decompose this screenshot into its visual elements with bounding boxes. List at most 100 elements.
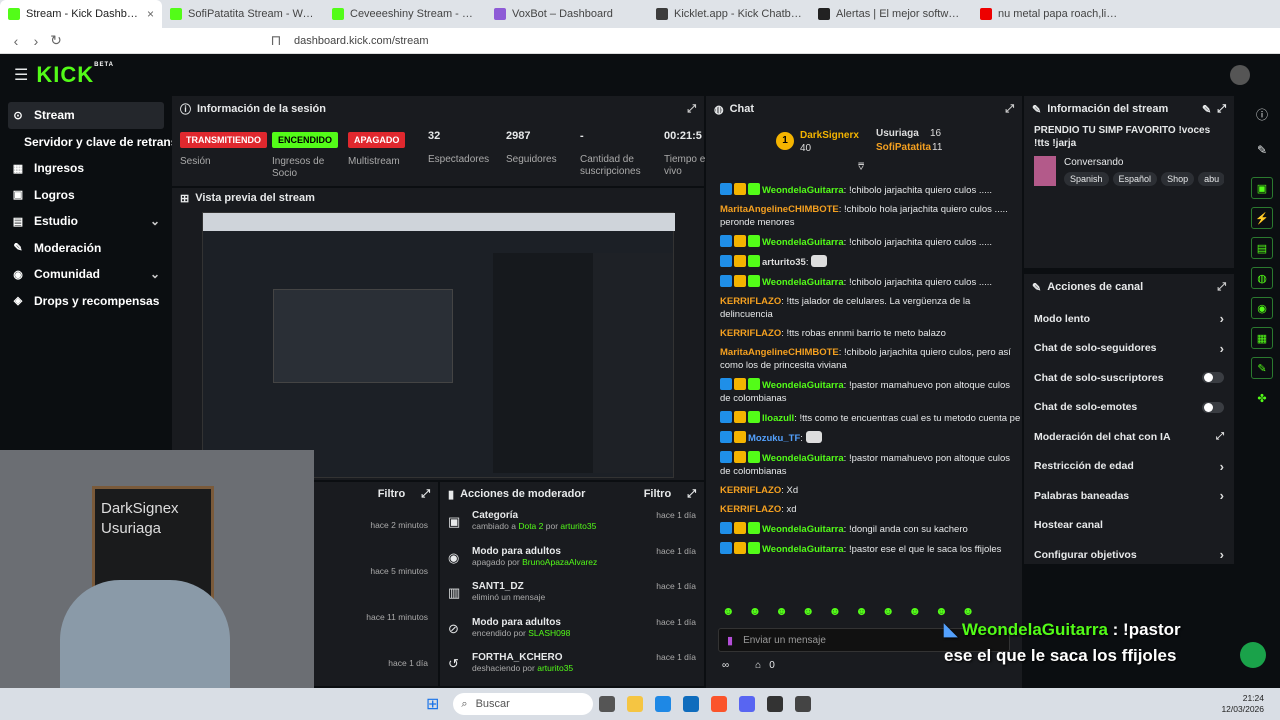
forward-icon[interactable]: ›: [26, 33, 46, 49]
edit-icon[interactable]: ✎: [1202, 103, 1211, 116]
expand-icon[interactable]: ⤢: [421, 488, 430, 501]
browser-tab[interactable]: VoxBot – Dashboard: [486, 0, 648, 28]
emote-icon[interactable]: ☻: [855, 604, 868, 618]
chat-username[interactable]: arturito35: [762, 257, 806, 268]
expand-icon[interactable]: ⤢: [1005, 103, 1014, 116]
chat-username[interactable]: KERRIFLAZO: [720, 328, 781, 339]
emote-icon[interactable]: ☻: [749, 604, 762, 618]
stream-preview-video[interactable]: [202, 212, 675, 478]
channel-action[interactable]: Chat de solo-emotes: [1024, 393, 1234, 423]
chat-username[interactable]: WeondelaGuitarra: [762, 544, 844, 555]
tag-pill[interactable]: abu: [1198, 171, 1224, 186]
hamburger-icon[interactable]: ☰: [14, 65, 28, 85]
channel-action[interactable]: Restricción de edad ›: [1024, 452, 1234, 482]
expand-icon[interactable]: ⤢: [1217, 103, 1226, 116]
emote-icon[interactable]: ☻: [802, 604, 815, 618]
rail-button[interactable]: ✎: [1251, 357, 1273, 379]
pin-icon[interactable]: ⩢: [858, 162, 864, 173]
sidebar-item[interactable]: ⊙ Stream: [8, 102, 164, 129]
browser-tab[interactable]: SofiPatatita Stream - Watch Live: [162, 0, 324, 28]
modaction-user[interactable]: arturito35: [560, 521, 596, 531]
outlook-icon[interactable]: [683, 696, 700, 712]
tag-pill[interactable]: Español: [1112, 171, 1158, 186]
tag-pill[interactable]: Shop: [1161, 171, 1195, 186]
browser-tab[interactable]: Alertas | El mejor software para pote: [810, 0, 972, 28]
obs-icon[interactable]: [767, 696, 784, 712]
close-tab-icon[interactable]: ×: [147, 7, 154, 21]
mic-icon[interactable]: ▮: [727, 634, 733, 647]
chat-username[interactable]: WeondelaGuitarra: [762, 524, 844, 535]
chat-username[interactable]: WeondelaGuitarra: [762, 277, 844, 288]
chat-username[interactable]: KERRIFLAZO: [720, 504, 781, 515]
sidebar-item[interactable]: ✎ Moderación: [0, 235, 172, 262]
brave-icon[interactable]: [711, 696, 728, 712]
modactions-filter-button[interactable]: Filtro: [644, 488, 672, 500]
toggle-switch[interactable]: [1202, 372, 1224, 384]
chat-username[interactable]: lloazull: [762, 413, 794, 424]
edge-icon[interactable]: [655, 696, 672, 712]
taskview-icon[interactable]: [599, 696, 616, 712]
kick-logo[interactable]: KICKBETA: [36, 62, 114, 88]
channel-action[interactable]: Moderación del chat con IA ⤢: [1024, 422, 1234, 452]
chat-username[interactable]: MaritaAngelineCHIMBOTE: [720, 204, 839, 215]
expand-icon[interactable]: ⤢: [1217, 281, 1226, 294]
taskbar-search[interactable]: ⌕ Buscar: [453, 693, 594, 715]
expand-icon[interactable]: ⤢: [687, 103, 696, 116]
avatar[interactable]: [1230, 65, 1250, 85]
chat-username[interactable]: MaritaAngelineCHIMBOTE: [720, 347, 839, 358]
browser-tab[interactable]: Kicklet.app - Kick Chatbot and Overl: [648, 0, 810, 28]
channel-action[interactable]: Hostear canal: [1024, 511, 1234, 541]
bookmark-icon[interactable]: ⊓: [266, 32, 286, 49]
emote-icon[interactable]: ☻: [882, 604, 895, 618]
activity-filter-button[interactable]: Filtro: [378, 488, 406, 500]
channel-action[interactable]: Chat de solo-suscriptores: [1024, 363, 1234, 393]
pen-icon[interactable]: ✎: [1244, 133, 1280, 177]
sidebar-item[interactable]: ▦ Ingresos: [0, 155, 172, 182]
chevron-down-icon[interactable]: ⌄: [150, 267, 160, 281]
start-icon[interactable]: ⊞: [426, 694, 439, 714]
rail-button[interactable]: ▦: [1251, 327, 1273, 349]
toggle-switch[interactable]: [1202, 401, 1224, 413]
infinity-icon[interactable]: ∞: [722, 660, 729, 671]
chat-input[interactable]: Enviar un mensaje: [743, 635, 826, 646]
chevron-down-icon[interactable]: ⌄: [150, 214, 160, 228]
app-icon[interactable]: [795, 696, 812, 712]
rail-button[interactable]: ▤: [1251, 237, 1273, 259]
chat-username[interactable]: Mozuku_TF: [748, 433, 800, 444]
explorer-icon[interactable]: [627, 696, 644, 712]
rail-button[interactable]: ◉: [1251, 297, 1273, 319]
expand-icon[interactable]: ⤢: [687, 488, 696, 501]
browser-tab[interactable]: nu metal papa roach,limp bizkit: [972, 0, 1134, 28]
chat-username[interactable]: KERRIFLAZO: [720, 485, 781, 496]
modaction-user[interactable]: SLASH098: [528, 628, 570, 638]
channel-action[interactable]: Modo lento ›: [1024, 304, 1234, 334]
discord-icon[interactable]: [739, 696, 756, 712]
tag-pill[interactable]: Spanish: [1064, 171, 1109, 186]
emote-icon[interactable]: ☻: [962, 604, 975, 618]
modaction-user[interactable]: BrunoApazaAlvarez: [522, 557, 597, 567]
emote-icon[interactable]: ☻: [829, 604, 842, 618]
browser-tab[interactable]: Ceveeeshiny Stream - Watch Live: [324, 0, 486, 28]
browser-tab[interactable]: Stream - Kick Dashboard ×: [0, 0, 162, 28]
rail-button[interactable]: ⚡: [1251, 207, 1273, 229]
emote-icon[interactable]: ☻: [908, 604, 921, 618]
channel-action[interactable]: Configurar objetivos ›: [1024, 540, 1234, 570]
chat-username[interactable]: WeondelaGuitarra: [762, 237, 844, 248]
sidebar-item[interactable]: ◈ Drops y recompensas: [0, 288, 172, 315]
modaction-user[interactable]: arturito35: [537, 663, 573, 673]
back-icon[interactable]: ‹: [6, 33, 26, 49]
sidebar-item[interactable]: Servidor y clave de retransmisión: [0, 129, 172, 156]
channel-action[interactable]: Palabras baneadas ›: [1024, 481, 1234, 511]
chat-username[interactable]: WeondelaGuitarra: [762, 185, 844, 196]
reload-icon[interactable]: ↻: [46, 32, 66, 49]
rail-button[interactable]: ◍: [1251, 267, 1273, 289]
info-icon[interactable]: ⓘ: [1244, 96, 1280, 133]
chat-username[interactable]: WeondelaGuitarra: [762, 453, 844, 464]
chat-username[interactable]: WeondelaGuitarra: [762, 380, 844, 391]
url-field[interactable]: dashboard.kick.com/stream: [294, 35, 429, 47]
chat-username[interactable]: KERRIFLAZO: [720, 296, 781, 307]
emote-icon[interactable]: ☻: [722, 604, 735, 618]
sidebar-item[interactable]: ◉ Comunidad ⌄: [0, 261, 172, 288]
emote-icon[interactable]: ☻: [775, 604, 788, 618]
rail-button[interactable]: ✤: [1251, 387, 1273, 409]
